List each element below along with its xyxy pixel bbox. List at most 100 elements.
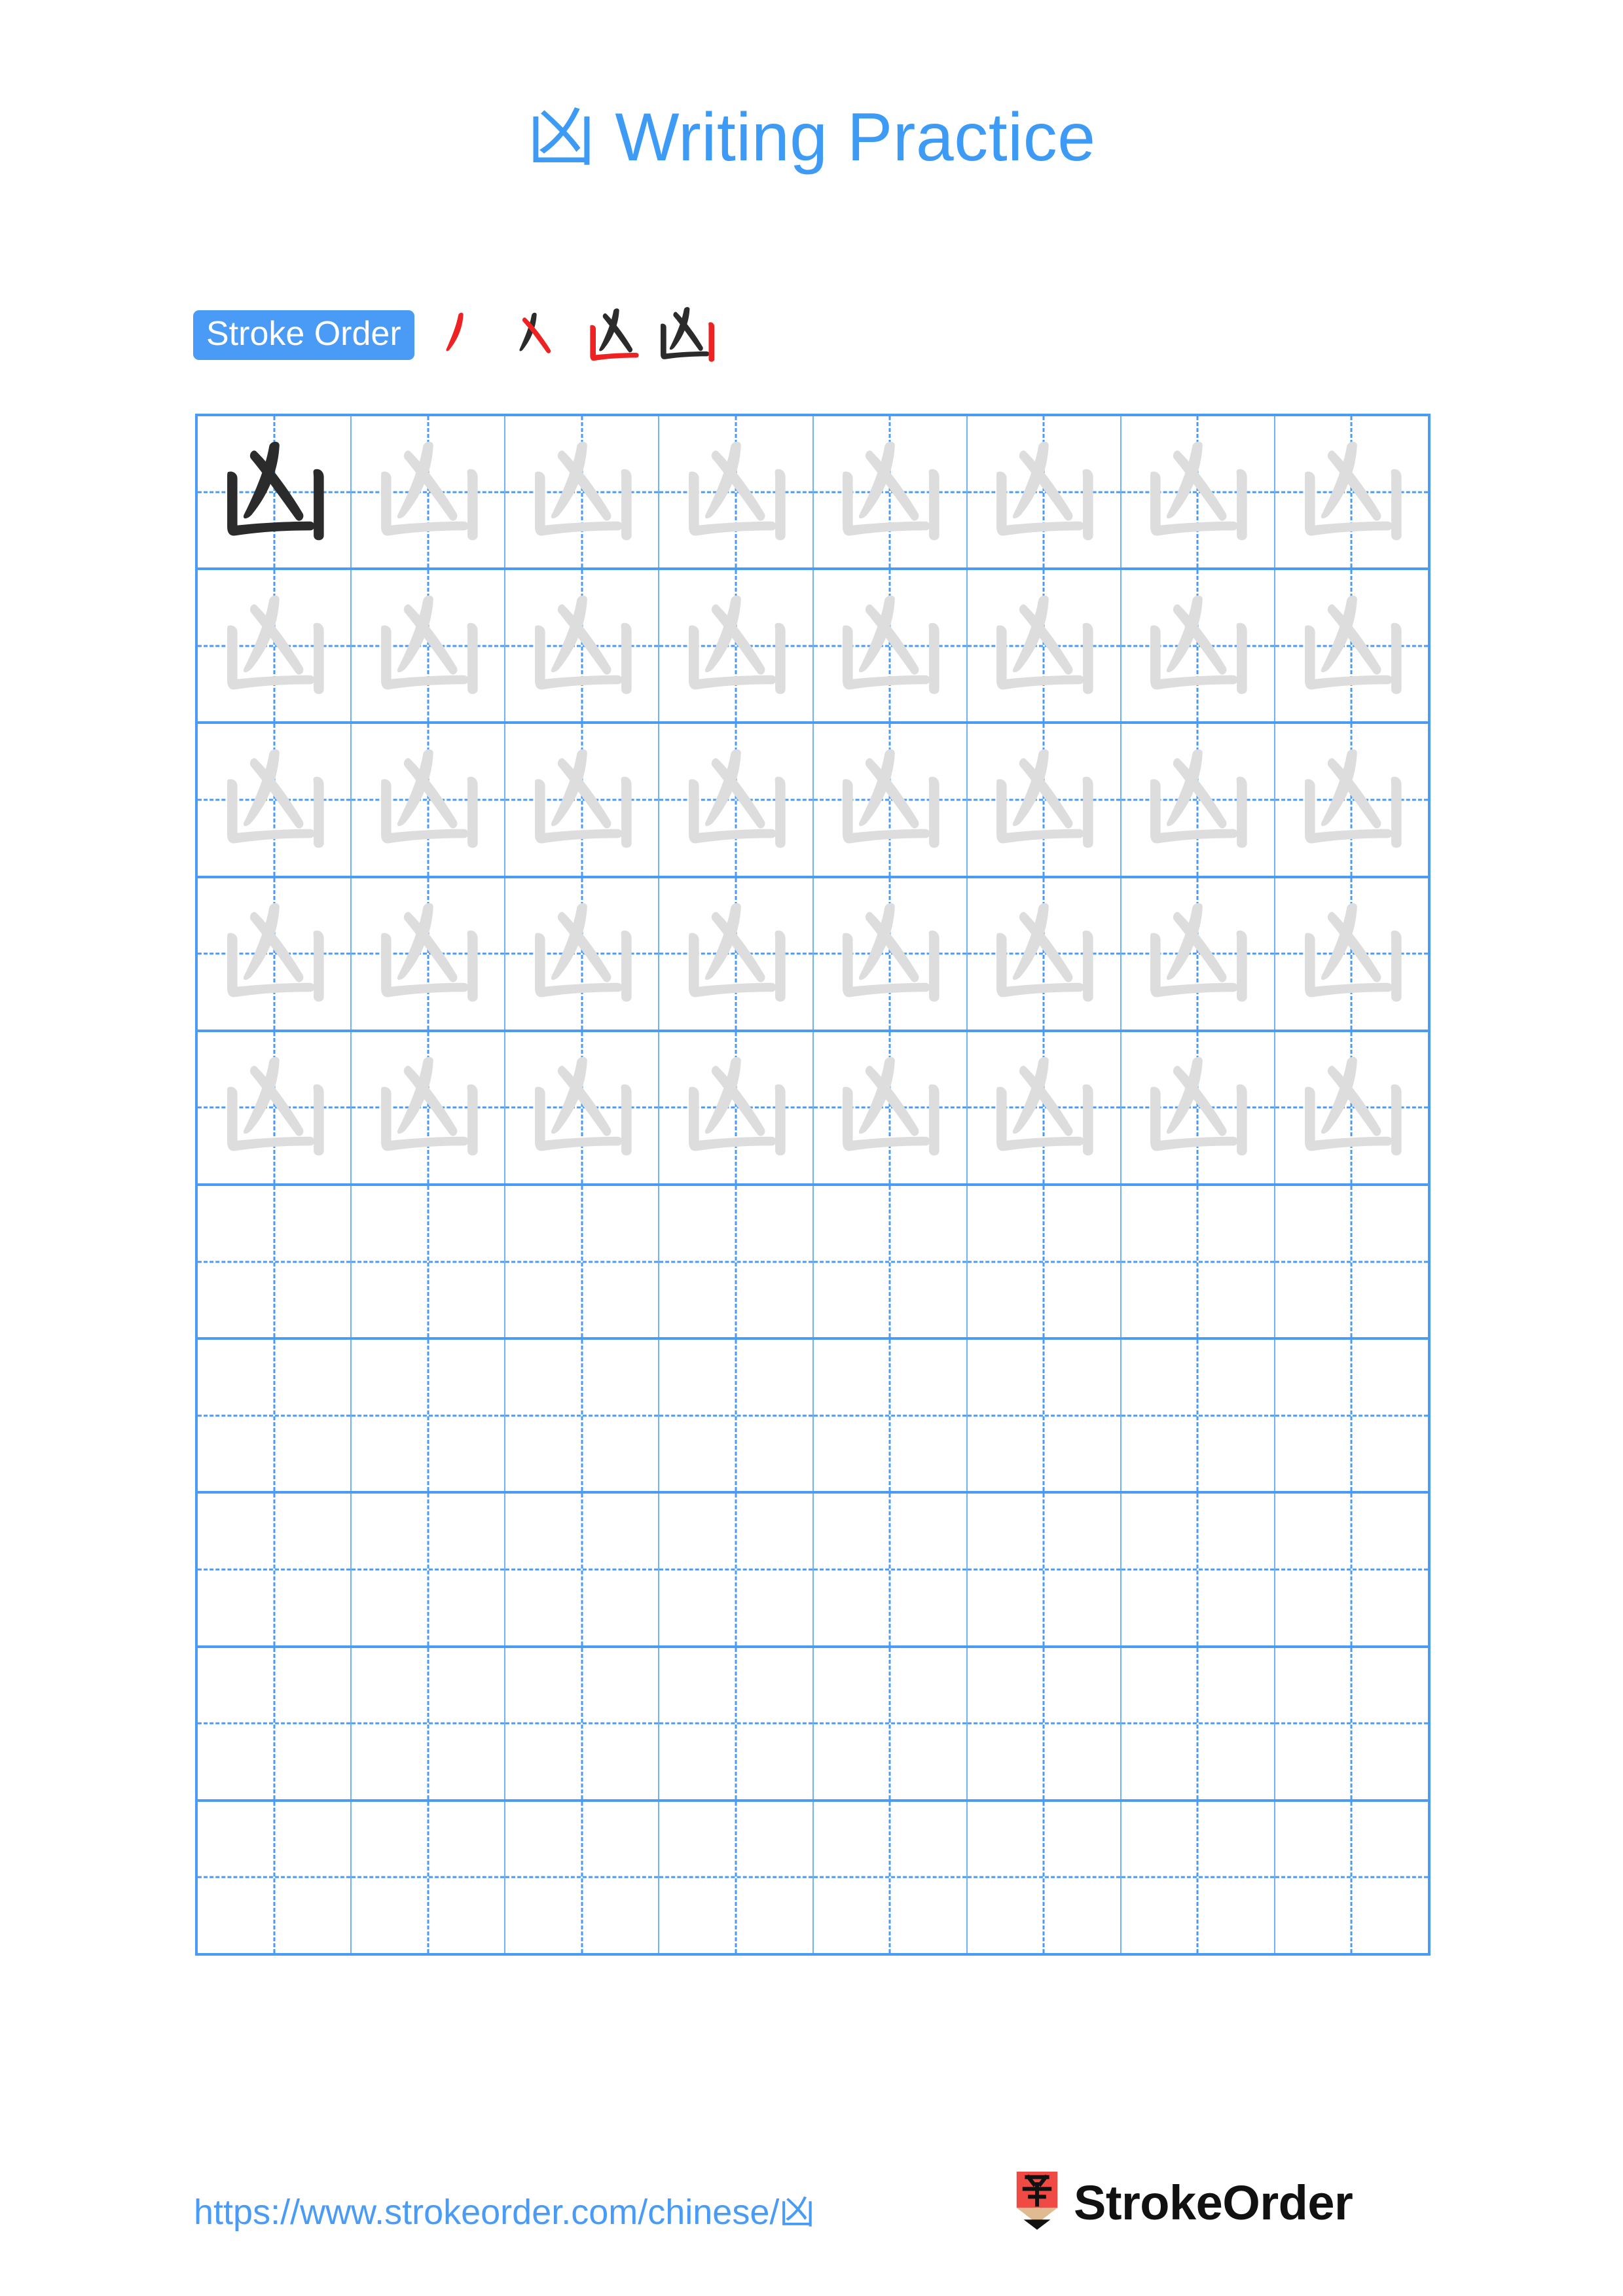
practice-grid-cell[interactable]	[198, 1031, 352, 1184]
practice-grid-cell[interactable]	[1275, 1340, 1428, 1492]
practice-grid-cell[interactable]	[659, 1801, 814, 1954]
practice-grid-cell[interactable]	[505, 416, 660, 568]
practice-grid-cell[interactable]	[1275, 724, 1428, 876]
practice-grid-cell[interactable]	[1121, 570, 1275, 722]
practice-grid-cell[interactable]	[505, 570, 660, 722]
practice-grid-cell[interactable]	[1121, 1340, 1275, 1492]
practice-grid-cell[interactable]	[352, 1031, 506, 1184]
practice-grid-cell[interactable]	[659, 724, 814, 876]
practice-grid-cell[interactable]	[505, 878, 660, 1030]
practice-grid-row	[198, 1647, 1428, 1802]
practice-grid-cell[interactable]	[505, 724, 660, 876]
practice-grid-cell[interactable]	[352, 1340, 506, 1492]
cell-horizontal-guide	[967, 1876, 1120, 1878]
practice-grid-cell[interactable]	[198, 570, 352, 722]
practice-grid-cell[interactable]	[967, 1494, 1122, 1645]
footer-url-link[interactable]: https://www.strokeorder.com/chinese/凶	[194, 2183, 814, 2234]
practice-grid-cell[interactable]	[659, 1494, 814, 1645]
practice-grid-cell[interactable]	[967, 724, 1122, 876]
practice-grid-row	[198, 1340, 1428, 1494]
cell-horizontal-guide	[659, 1568, 812, 1571]
practice-grid-cell[interactable]	[967, 1647, 1122, 1799]
practice-grid-cell[interactable]	[1275, 1647, 1428, 1799]
practice-grid-cell[interactable]	[198, 1186, 352, 1338]
practice-grid-cell[interactable]	[967, 416, 1122, 568]
practice-grid-cell[interactable]	[813, 1186, 968, 1338]
practice-grid-cell[interactable]	[813, 570, 968, 722]
practice-grid-cell[interactable]	[659, 878, 814, 1030]
practice-grid-cell[interactable]	[1275, 416, 1428, 568]
stroke-step-2	[505, 300, 575, 370]
trace-character	[659, 1032, 812, 1183]
practice-grid-cell[interactable]	[659, 416, 814, 568]
practice-grid-cell[interactable]	[967, 1340, 1122, 1492]
practice-grid-cell[interactable]	[352, 1186, 506, 1338]
practice-grid-cell[interactable]	[1275, 1186, 1428, 1338]
practice-grid-cell[interactable]	[198, 1647, 352, 1799]
practice-grid-cell[interactable]	[813, 1647, 968, 1799]
practice-grid-cell[interactable]	[352, 1647, 506, 1799]
practice-grid-cell[interactable]	[198, 416, 352, 568]
practice-grid-cell[interactable]	[659, 570, 814, 722]
practice-grid-cell[interactable]	[1121, 1647, 1275, 1799]
trace-character	[1275, 1032, 1428, 1183]
practice-grid-cell[interactable]	[505, 1340, 660, 1492]
practice-grid-cell[interactable]	[813, 1801, 968, 1954]
practice-grid-cell[interactable]	[659, 1031, 814, 1184]
practice-grid-cell[interactable]	[1275, 1801, 1428, 1954]
practice-grid-cell[interactable]	[1121, 416, 1275, 568]
practice-grid-cell[interactable]	[198, 724, 352, 876]
practice-grid-cell[interactable]	[967, 878, 1122, 1030]
practice-grid-cell[interactable]	[967, 1801, 1122, 1954]
practice-grid-cell[interactable]	[813, 1031, 968, 1184]
practice-grid-cell[interactable]	[1275, 570, 1428, 722]
practice-grid-cell[interactable]	[198, 878, 352, 1030]
trace-character	[1275, 416, 1428, 567]
practice-grid-cell[interactable]	[352, 1494, 506, 1645]
cell-horizontal-guide	[967, 1261, 1120, 1263]
practice-grid-cell[interactable]	[659, 1647, 814, 1799]
practice-grid-cell[interactable]	[352, 416, 506, 568]
practice-grid-row	[198, 878, 1428, 1032]
cell-horizontal-guide	[813, 1261, 966, 1263]
practice-grid-cell[interactable]	[352, 1801, 506, 1954]
practice-grid-cell[interactable]	[505, 1647, 660, 1799]
practice-grid-cell[interactable]	[813, 878, 968, 1030]
trace-character	[1122, 878, 1274, 1030]
practice-grid-cell[interactable]	[659, 1186, 814, 1338]
practice-grid-cell[interactable]	[967, 1186, 1122, 1338]
practice-grid-cell[interactable]	[1121, 1031, 1275, 1184]
practice-grid-cell[interactable]	[505, 1186, 660, 1338]
practice-grid-cell[interactable]	[1121, 1186, 1275, 1338]
practice-grid-cell[interactable]	[967, 1031, 1122, 1184]
practice-grid-cell[interactable]	[352, 724, 506, 876]
practice-grid-cell[interactable]	[198, 1340, 352, 1492]
practice-grid-cell[interactable]	[813, 1494, 968, 1645]
practice-grid-cell[interactable]	[813, 724, 968, 876]
practice-grid-row	[198, 1494, 1428, 1648]
practice-grid-cell[interactable]	[813, 1340, 968, 1492]
practice-grid-cell[interactable]	[1121, 724, 1275, 876]
practice-grid-cell[interactable]	[1121, 1801, 1275, 1954]
cell-horizontal-guide	[1275, 1876, 1428, 1878]
trace-character	[968, 570, 1120, 721]
practice-grid-cell[interactable]	[967, 570, 1122, 722]
practice-grid-cell[interactable]	[1121, 1494, 1275, 1645]
practice-grid-cell[interactable]	[198, 1801, 352, 1954]
trace-character	[814, 724, 966, 875]
practice-grid-cell[interactable]	[1275, 1031, 1428, 1184]
cell-horizontal-guide	[198, 1722, 351, 1725]
practice-grid-cell[interactable]	[352, 570, 506, 722]
practice-grid-cell[interactable]	[1275, 878, 1428, 1030]
practice-grid-cell[interactable]	[659, 1340, 814, 1492]
practice-grid-cell[interactable]	[505, 1031, 660, 1184]
practice-grid-cell[interactable]	[505, 1494, 660, 1645]
practice-grid-cell[interactable]	[352, 878, 506, 1030]
cell-horizontal-guide	[659, 1261, 812, 1263]
practice-grid-cell[interactable]	[1121, 878, 1275, 1030]
practice-grid-cell[interactable]	[505, 1801, 660, 1954]
practice-grid-cell[interactable]	[198, 1494, 352, 1645]
cell-horizontal-guide	[505, 1261, 659, 1263]
practice-grid-cell[interactable]	[813, 416, 968, 568]
practice-grid-cell[interactable]	[1275, 1494, 1428, 1645]
